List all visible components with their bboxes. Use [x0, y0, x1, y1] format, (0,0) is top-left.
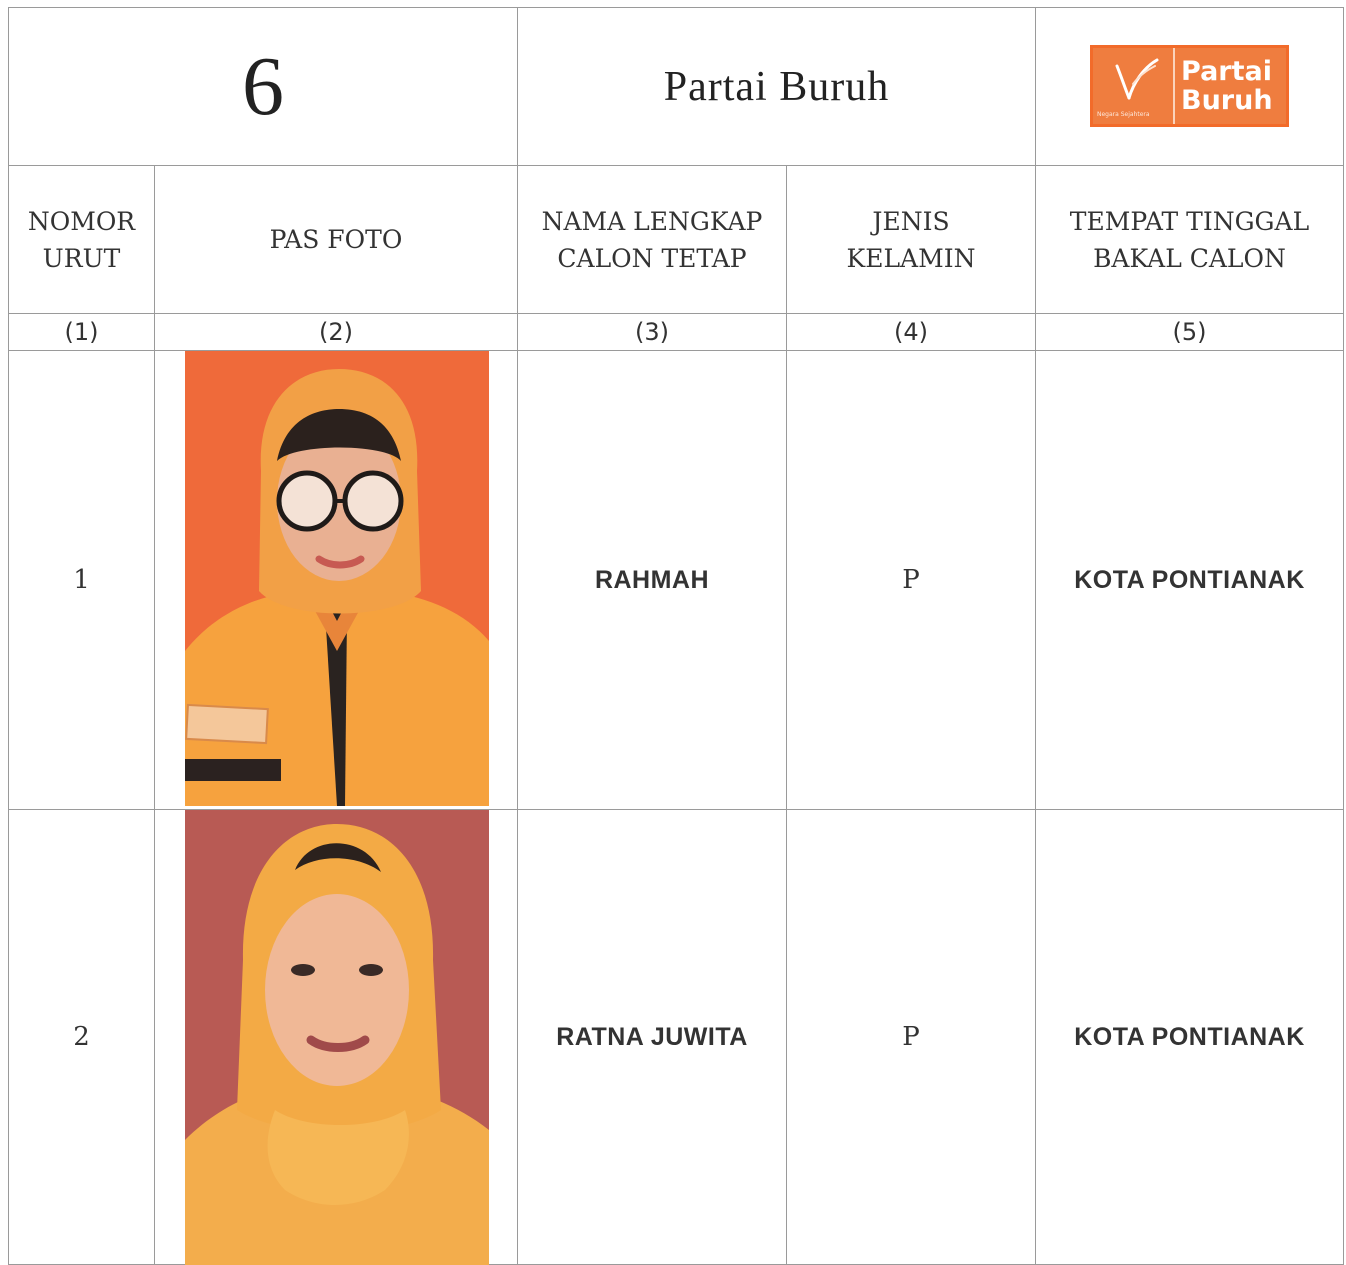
- header-nomor-urut: NOMOR URUT: [8, 165, 155, 314]
- candidate-residence: KOTA PONTIANAK: [1035, 809, 1344, 1265]
- logo-tagline: Negara Sejahtera: [1097, 111, 1150, 118]
- table-row: 2 RATNA JUWITA P KOTA PONTIANAK: [8, 809, 1344, 1265]
- row-number: 1: [8, 350, 155, 810]
- party-number: 6: [242, 39, 284, 133]
- party-header-row: 6 Partai Buruh Negara Sejahtera Partai B…: [8, 7, 1344, 166]
- photo-cell: [154, 809, 518, 1265]
- candidate-gender: P: [786, 350, 1036, 810]
- column-number-row: (1) (2) (3) (4) (5): [8, 313, 1344, 351]
- candidate-name: RAHMAH: [517, 350, 787, 810]
- candidate-name: RATNA JUWITA: [517, 809, 787, 1265]
- header-nama-lengkap: NAMA LENGKAP CALON TETAP: [517, 165, 787, 314]
- colnum-5: (5): [1035, 313, 1344, 351]
- wheat-stalk-icon: [1115, 58, 1159, 100]
- candidate-residence: KOTA PONTIANAK: [1035, 350, 1344, 810]
- colnum-2: (2): [154, 313, 518, 351]
- party-number-cell: 6: [8, 7, 518, 166]
- candidate-photo: [185, 810, 489, 1265]
- candidate-photo: [185, 351, 489, 806]
- row-number: 2: [8, 809, 155, 1265]
- party-logo: Negara Sejahtera Partai Buruh: [1090, 45, 1289, 127]
- colnum-3: (3): [517, 313, 787, 351]
- column-header-row: NOMOR URUT PAS FOTO NAMA LENGKAP CALON T…: [8, 165, 1344, 314]
- party-name: Partai Buruh: [663, 63, 890, 110]
- logo-wordmark: Partai Buruh: [1175, 48, 1286, 124]
- colnum-1: (1): [8, 313, 155, 351]
- table-row: 1 RAHMAH P KOTA PONTIANAK: [8, 350, 1344, 810]
- logo-word-bottom: Buruh: [1181, 85, 1273, 116]
- party-name-cell: Partai Buruh: [517, 7, 1036, 166]
- colnum-4: (4): [786, 313, 1036, 351]
- photo-cell: [154, 350, 518, 810]
- party-logo-cell: Negara Sejahtera Partai Buruh: [1035, 7, 1344, 166]
- candidate-sheet: 6 Partai Buruh Negara Sejahtera Partai B…: [8, 7, 1344, 1265]
- header-pas-foto: PAS FOTO: [154, 165, 518, 314]
- header-tempat-tinggal: TEMPAT TINGGAL BAKAL CALON: [1035, 165, 1344, 314]
- header-jenis-kelamin: JENIS KELAMIN: [786, 165, 1036, 314]
- logo-mark: Negara Sejahtera: [1093, 48, 1175, 124]
- candidate-table: 6 Partai Buruh Negara Sejahtera Partai B…: [8, 7, 1344, 1265]
- logo-word-top: Partai: [1181, 56, 1272, 87]
- candidate-gender: P: [786, 809, 1036, 1265]
